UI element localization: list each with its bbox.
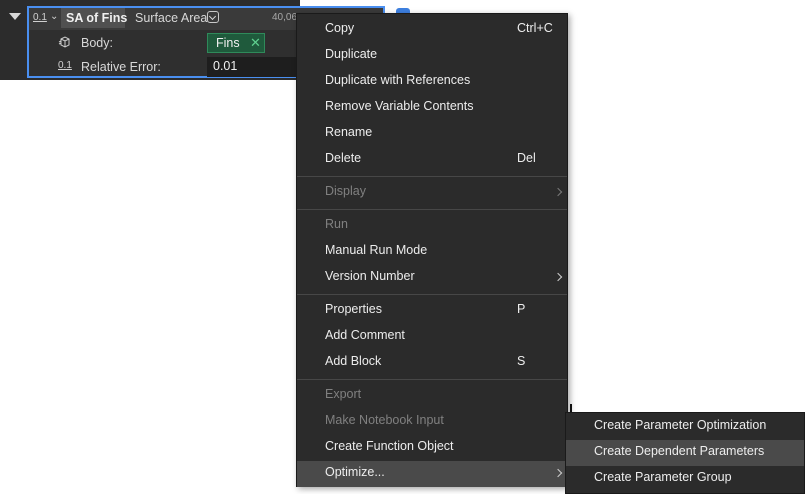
body-value: Fins [216, 36, 240, 50]
menu-item-label: Rename [325, 125, 373, 139]
menu-item-label: Display [325, 184, 366, 198]
menu-item-shortcut: Ctrl+C [517, 21, 553, 35]
body-label: Body: [81, 36, 113, 50]
collapse-arrow-icon[interactable] [9, 13, 21, 20]
menu-item-label: Duplicate [325, 47, 378, 61]
number-type-icon: 0.1 [58, 60, 72, 71]
menu-item-duplicate[interactable]: Duplicate [297, 43, 567, 69]
submenu-item-label: Create Dependent Parameters [594, 444, 765, 458]
body-value-tag[interactable]: Fins ✕ [207, 33, 265, 53]
block-type-label: Surface Area [135, 11, 208, 25]
menu-item-add-comment[interactable]: Add Comment [297, 324, 567, 350]
menu-item-add-block[interactable]: Add Block S [297, 350, 567, 376]
menu-item-rename[interactable]: Rename [297, 121, 567, 147]
menu-item-run: Run [297, 213, 567, 239]
menu-item-properties[interactable]: Properties P [297, 298, 567, 324]
submenu-item-create-parameter-group[interactable]: Create Parameter Group [566, 466, 804, 492]
menu-item-label: Duplicate with References [325, 73, 471, 87]
menu-item-remove-variable-contents[interactable]: Remove Variable Contents [297, 95, 567, 121]
block-value: 40,06 [272, 12, 298, 23]
context-menu: Copy Ctrl+C Duplicate Duplicate with Ref… [296, 13, 568, 487]
menu-item-manual-run-mode[interactable]: Manual Run Mode [297, 239, 567, 265]
menu-item-label: Optimize... [325, 465, 385, 479]
menu-item-duplicate-with-references[interactable]: Duplicate with References [297, 69, 567, 95]
chevron-right-icon [553, 272, 563, 282]
number-type-icon: 0.1 [33, 12, 47, 23]
relative-error-value: 0.01 [213, 59, 238, 73]
menu-item-make-notebook-input: Make Notebook Input [297, 409, 567, 435]
relative-error-label: Relative Error: [81, 60, 161, 74]
menu-item-label: Copy [325, 21, 355, 35]
menu-item-label: Run [325, 217, 348, 231]
menu-item-create-function-object[interactable]: Create Function Object [297, 435, 567, 461]
menu-item-label: Create Function Object [325, 439, 454, 453]
menu-item-export: Export [297, 383, 567, 409]
menu-item-label: Add Block [325, 354, 382, 368]
menu-item-version-number[interactable]: Version Number [297, 265, 567, 291]
menu-item-shortcut: S [517, 354, 526, 368]
menu-item-shortcut: Del [517, 151, 536, 165]
menu-item-label: Make Notebook Input [325, 413, 444, 427]
chevron-down-icon[interactable]: ⌄ [50, 11, 58, 22]
block-name[interactable]: SA of Fins [66, 11, 127, 25]
menu-separator [297, 379, 567, 380]
menu-item-delete[interactable]: Delete Del [297, 147, 567, 173]
text-cursor-icon [570, 404, 572, 412]
menu-separator [297, 294, 567, 295]
body-cube-icon [58, 36, 70, 48]
menu-item-label: Manual Run Mode [325, 243, 428, 257]
menu-item-display: Display [297, 180, 567, 206]
menu-item-label: Version Number [325, 269, 415, 283]
menu-separator [297, 209, 567, 210]
submenu-item-label: Create Parameter Optimization [594, 418, 767, 432]
menu-item-label: Remove Variable Contents [325, 99, 474, 113]
menu-item-copy[interactable]: Copy Ctrl+C [297, 17, 567, 43]
submenu-item-create-dependent-parameters[interactable]: Create Dependent Parameters [566, 440, 804, 466]
submenu-item-label: Create Parameter Group [594, 470, 732, 484]
menu-separator [297, 176, 567, 177]
menu-item-label: Delete [325, 151, 362, 165]
relative-error-input[interactable]: 0.01 [207, 57, 307, 77]
remove-tag-icon[interactable]: ✕ [250, 35, 261, 51]
optimize-submenu: Create Parameter Optimization Create Dep… [565, 412, 805, 494]
menu-item-label: Properties [325, 302, 382, 316]
menu-item-optimize[interactable]: Optimize... [297, 461, 567, 487]
submenu-item-create-parameter-optimization[interactable]: Create Parameter Optimization [566, 414, 804, 440]
chevron-right-icon [553, 187, 563, 197]
menu-item-label: Add Comment [325, 328, 405, 342]
type-dropdown-icon[interactable] [207, 11, 219, 23]
menu-item-label: Export [325, 387, 362, 401]
chevron-right-icon [553, 468, 563, 478]
menu-item-shortcut: P [517, 302, 526, 316]
